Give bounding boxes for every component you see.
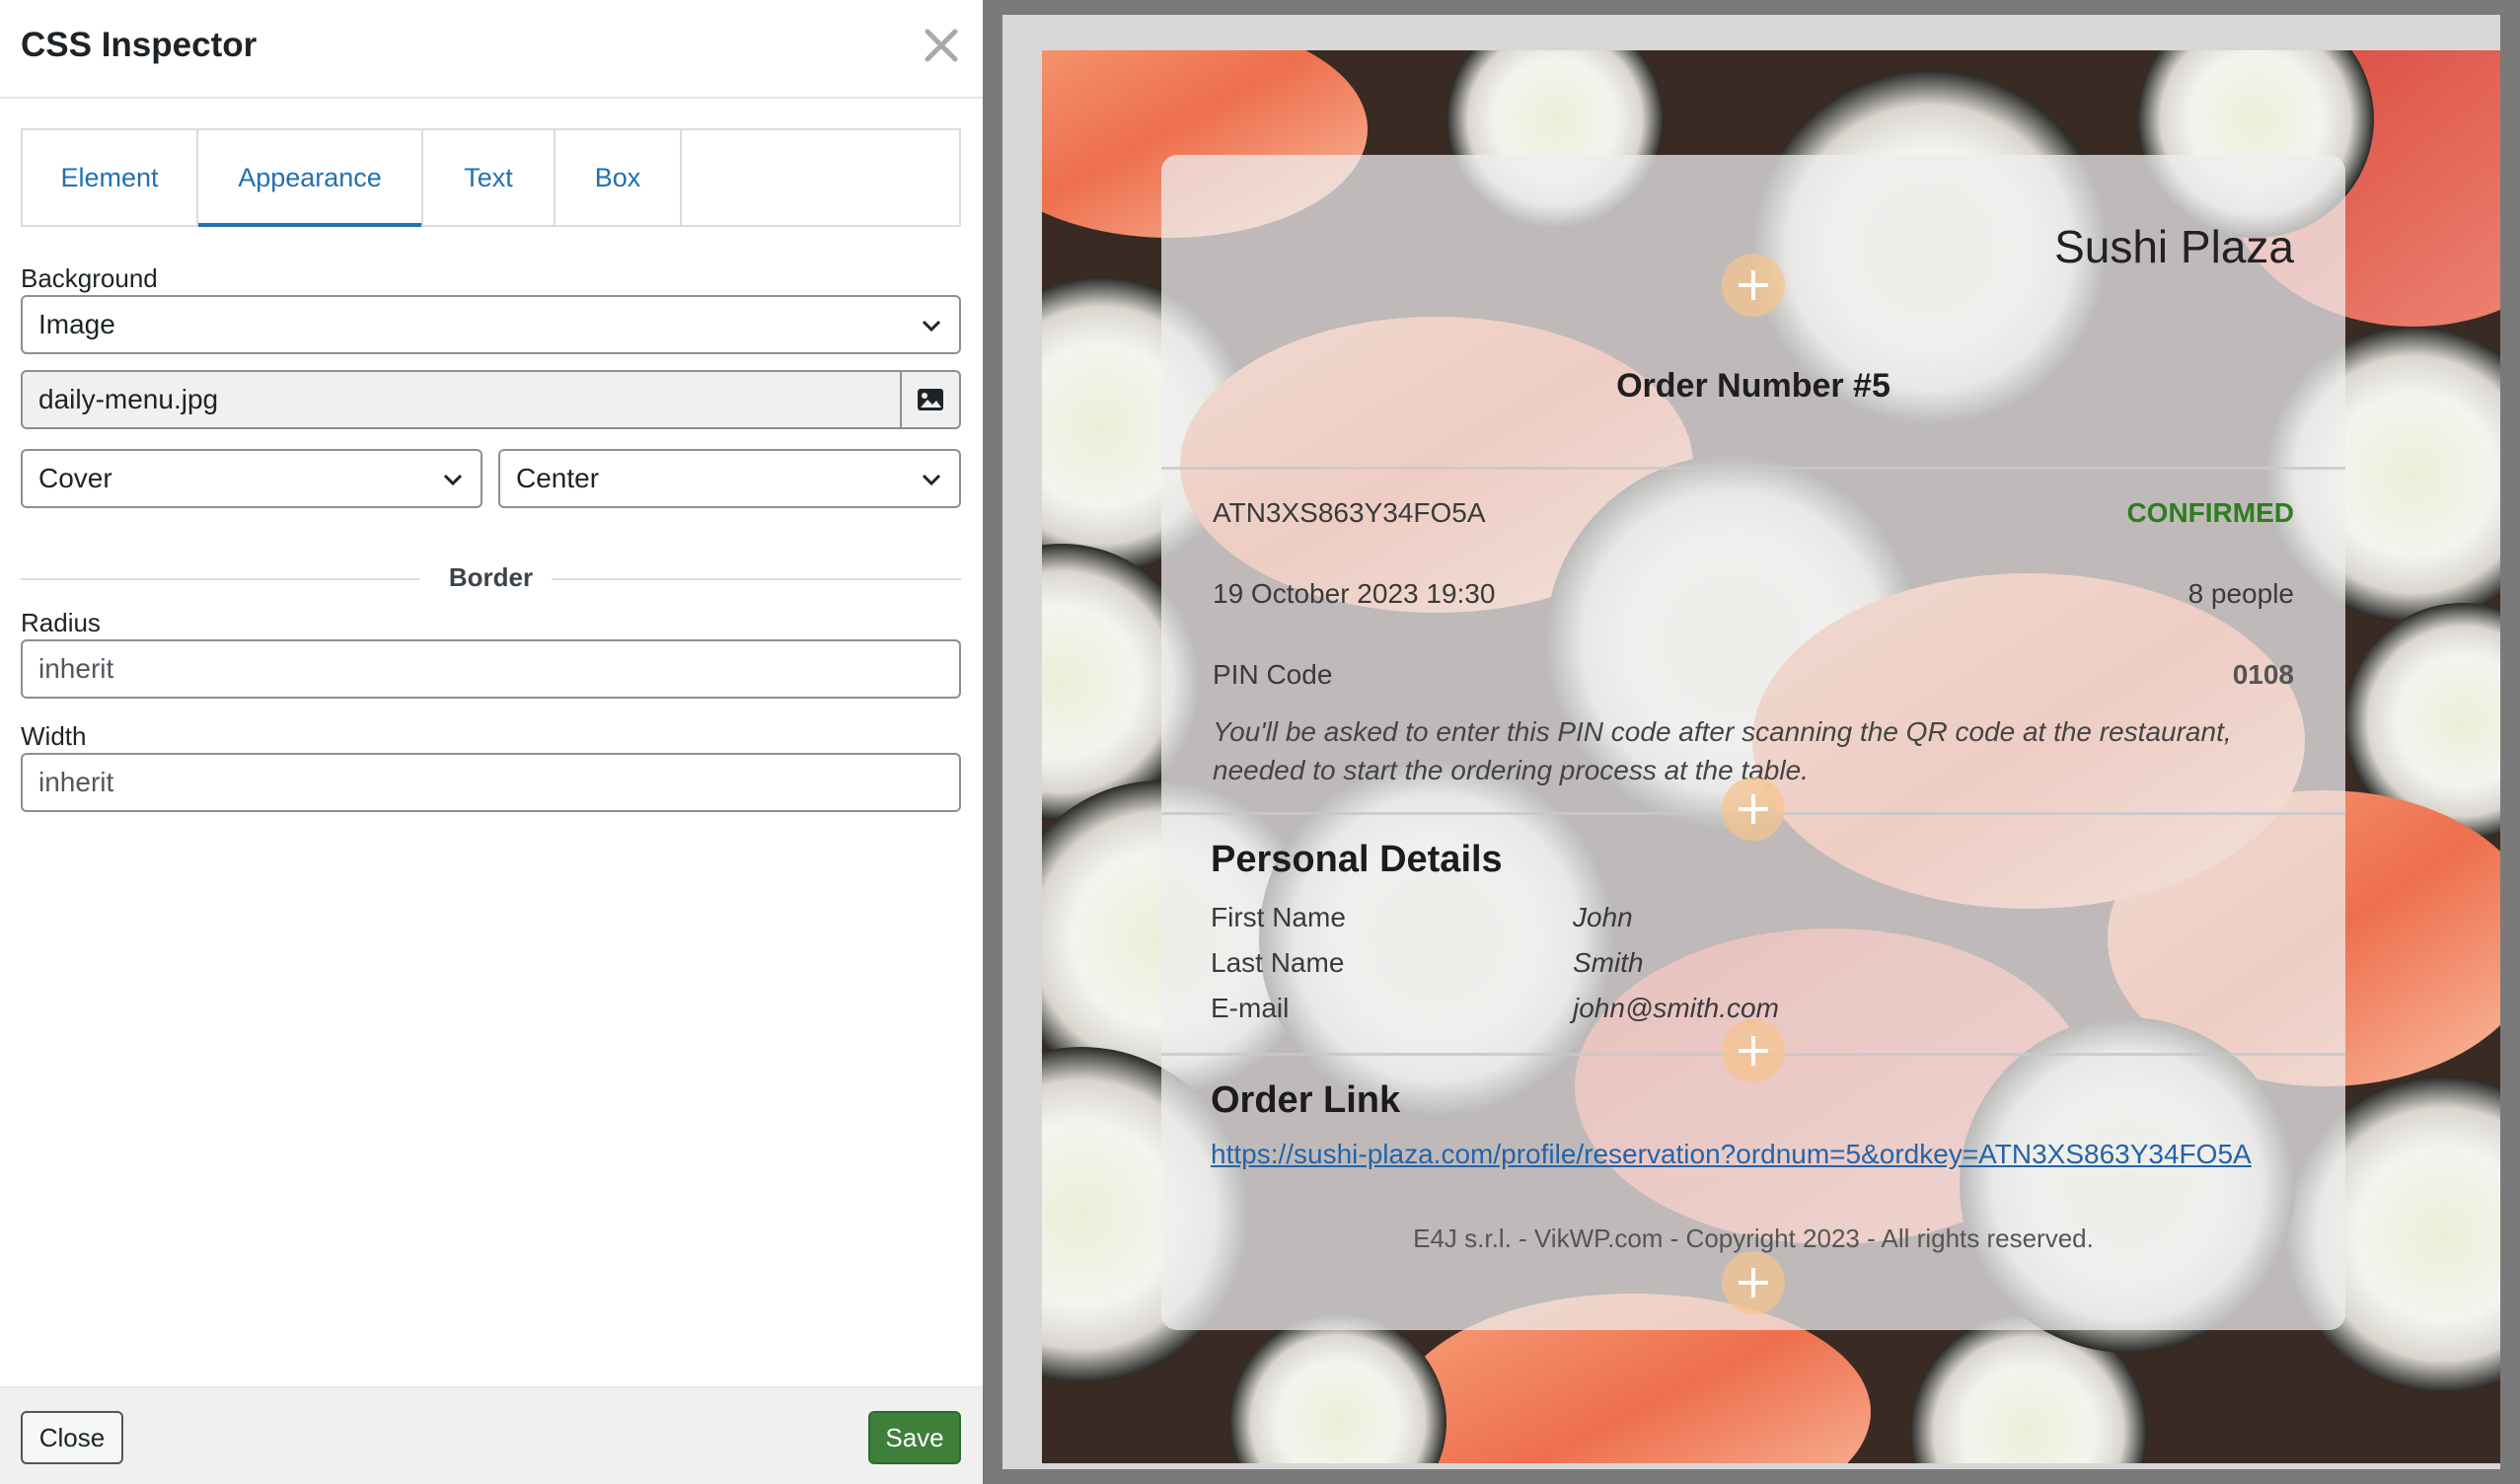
chevron-down-icon (922, 320, 941, 333)
order-title: Order Number #5 (1616, 367, 1890, 405)
order-datetime: 19 October 2023 19:30 (1213, 578, 1496, 609)
restaurant-brand: Sushi Plaza (2054, 221, 2294, 272)
background-size-value: Cover (38, 463, 112, 493)
inspector-header: CSS Inspector (0, 0, 983, 99)
tab-appearance[interactable]: Appearance (198, 130, 423, 227)
chevron-down-icon (922, 474, 941, 486)
add-block-plus-icon[interactable] (1722, 1019, 1785, 1082)
order-people: 8 people (2187, 578, 2294, 609)
first-name-label: First Name (1211, 902, 1346, 932)
save-button[interactable]: Save (868, 1411, 961, 1464)
background-type-select[interactable]: Image (21, 295, 961, 354)
divider (1161, 467, 2345, 470)
border-section-divider: Border (21, 562, 961, 596)
inspector-tabs: Element Appearance Text Box (21, 128, 961, 227)
width-label: Width (21, 721, 87, 751)
tab-text[interactable]: Text (423, 130, 556, 225)
divider-line (552, 578, 961, 580)
inspector-title: CSS Inspector (21, 26, 258, 64)
tab-element[interactable]: Element (23, 130, 198, 225)
background-label: Background (21, 263, 158, 293)
radius-label: Radius (21, 608, 101, 637)
pin-value: 0108 (2232, 659, 2294, 690)
background-size-select[interactable]: Cover (21, 449, 482, 508)
last-name-value: Smith (1573, 947, 1644, 978)
pin-label: PIN Code (1213, 659, 1333, 690)
image-icon[interactable] (900, 372, 959, 427)
background-type-value: Image (38, 309, 115, 339)
background-image-filename: daily-menu.jpg (38, 384, 219, 414)
status-confirmed: CONFIRMED (2126, 497, 2294, 528)
background-image-field[interactable]: daily-menu.jpg (21, 370, 961, 429)
background-position-select[interactable]: Center (498, 449, 961, 508)
css-inspector-panel: CSS Inspector Element Appearance Text Bo… (0, 0, 983, 1484)
order-key: ATN3XS863Y34FO5A (1213, 497, 1486, 528)
order-link-url[interactable]: https://sushi-plaza.com/profile/reservat… (1211, 1139, 2252, 1170)
inspector-footer: Close Save (0, 1386, 983, 1484)
status-badge: CONFIRMED (2126, 497, 2294, 529)
last-name-label: Last Name (1211, 947, 1345, 978)
chevron-down-icon (443, 474, 463, 486)
close-icon[interactable] (918, 22, 965, 69)
background-position-value: Center (516, 463, 600, 493)
order-link-title: Order Link (1211, 1079, 1401, 1121)
first-name-value: John (1573, 902, 1633, 932)
radius-input[interactable]: inherit (21, 639, 961, 699)
personal-details-title: Personal Details (1211, 839, 1503, 880)
add-block-plus-icon[interactable] (1722, 254, 1785, 317)
add-block-plus-icon[interactable] (1722, 778, 1785, 841)
close-button[interactable]: Close (21, 1411, 123, 1464)
tab-box[interactable]: Box (556, 130, 682, 225)
reservation-email-card: Sushi Plaza Order Number #5 ATN3XS863Y34… (1161, 155, 2345, 1330)
email-footer: E4J s.r.l. - VikWP.com - Copyright 2023 … (1413, 1224, 2094, 1253)
email-label: E-mail (1211, 993, 1290, 1023)
width-input[interactable]: inherit (21, 753, 961, 812)
add-block-plus-icon[interactable] (1722, 1251, 1785, 1314)
